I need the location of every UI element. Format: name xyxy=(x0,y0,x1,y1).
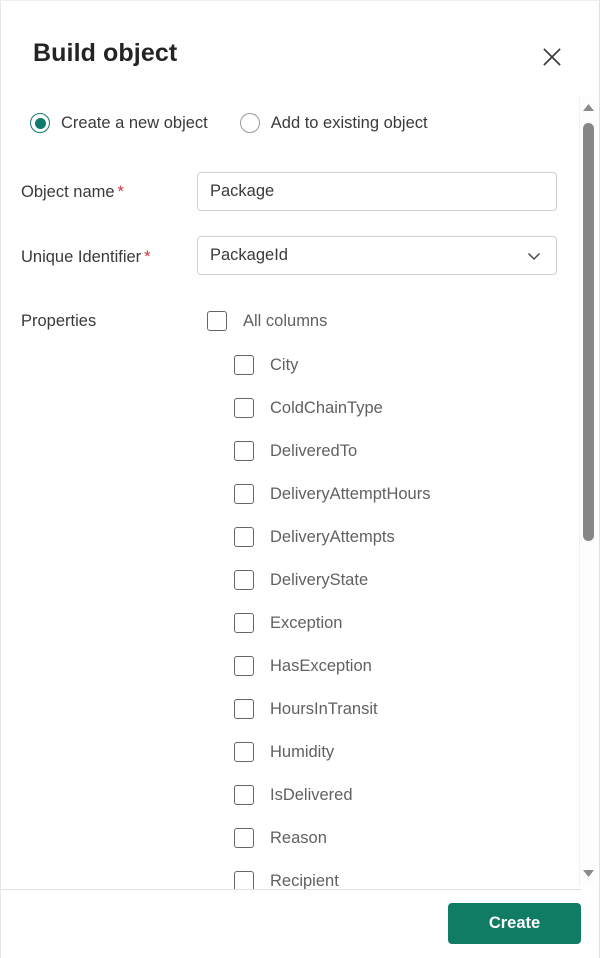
checkbox-label: DeliveredTo xyxy=(270,441,358,460)
checkbox-all-columns-label: All columns xyxy=(243,311,328,330)
required-asterisk: * xyxy=(117,183,124,201)
radio-mark-icon xyxy=(239,113,260,133)
checkbox-icon xyxy=(234,871,254,889)
footer-divider xyxy=(1,889,581,890)
checkbox-icon xyxy=(234,699,254,719)
checkbox-city[interactable]: City xyxy=(234,355,298,375)
checkbox-label: HasException xyxy=(270,656,372,675)
properties-list: City ColdChainType DeliveredTo DeliveryAtte… xyxy=(1,346,581,889)
checkbox-deliveredto[interactable]: DeliveredTo xyxy=(234,441,357,461)
unique-identifier-label: Unique Identifier * xyxy=(21,248,151,266)
radio-create-new-object-label: Create a new object xyxy=(61,113,208,132)
checkbox-icon xyxy=(207,311,227,331)
close-icon xyxy=(541,46,563,68)
radio-mark-icon xyxy=(30,113,50,133)
required-asterisk: * xyxy=(144,248,151,266)
object-mode-radio-group: Create a new object Add to existing obje… xyxy=(30,113,428,133)
scrollbar-thumb[interactable] xyxy=(583,123,594,541)
checkbox-label: HoursInTransit xyxy=(270,699,378,718)
build-object-dialog: Build object Create a new object Add to … xyxy=(0,0,600,958)
object-name-value: Package xyxy=(210,182,275,200)
checkbox-reason[interactable]: Reason xyxy=(234,828,327,848)
checkbox-label: City xyxy=(270,355,299,374)
checkbox-label: Reason xyxy=(270,828,327,847)
scroll-up-arrow-icon[interactable] xyxy=(582,101,595,114)
checkbox-hoursintransit[interactable]: HoursInTransit xyxy=(234,699,378,719)
radio-add-to-existing-object-label: Add to existing object xyxy=(270,113,428,132)
checkbox-label: Humidity xyxy=(270,742,335,761)
properties-scrollbar[interactable] xyxy=(579,96,596,886)
checkbox-deliverystate[interactable]: DeliveryState xyxy=(234,570,368,590)
radio-add-to-existing-object[interactable]: Add to existing object xyxy=(239,113,428,133)
checkbox-isdelivered[interactable]: IsDelivered xyxy=(234,785,353,805)
checkbox-label: DeliveryAttemptHours xyxy=(270,484,431,503)
radio-create-new-object[interactable]: Create a new object xyxy=(30,113,208,133)
checkbox-icon xyxy=(234,398,254,418)
object-name-label: Object name * xyxy=(21,183,124,201)
checkbox-icon xyxy=(234,785,254,805)
object-name-input[interactable]: Package xyxy=(197,172,557,211)
checkbox-all-columns[interactable]: All columns xyxy=(207,311,327,331)
checkbox-icon xyxy=(234,742,254,762)
checkbox-deliveryattempts[interactable]: DeliveryAttempts xyxy=(234,527,395,547)
close-button[interactable] xyxy=(535,40,569,74)
unique-identifier-select[interactable]: PackageId xyxy=(197,236,557,275)
properties-label: Properties xyxy=(21,312,97,330)
scroll-down-arrow-icon[interactable] xyxy=(582,867,595,880)
checkbox-icon xyxy=(234,484,254,504)
checkbox-coldchaintype[interactable]: ColdChainType xyxy=(234,398,383,418)
checkbox-icon xyxy=(234,355,254,375)
create-button[interactable]: Create xyxy=(448,903,581,944)
checkbox-label: DeliveryAttempts xyxy=(270,527,395,546)
checkbox-icon xyxy=(234,570,254,590)
chevron-down-icon xyxy=(525,247,543,265)
checkbox-icon xyxy=(234,828,254,848)
checkbox-icon xyxy=(234,527,254,547)
checkbox-label: DeliveryState xyxy=(270,570,369,589)
unique-identifier-value: PackageId xyxy=(210,246,288,264)
checkbox-label: Exception xyxy=(270,613,343,632)
checkbox-label: IsDelivered xyxy=(270,785,353,804)
checkbox-deliveryattempthours[interactable]: DeliveryAttemptHours xyxy=(234,484,430,504)
checkbox-icon xyxy=(234,441,254,461)
checkbox-icon xyxy=(234,656,254,676)
checkbox-label: ColdChainType xyxy=(270,398,383,417)
checkbox-icon xyxy=(234,613,254,633)
checkbox-label: Recipient xyxy=(270,871,339,890)
page-title: Build object xyxy=(33,39,178,67)
checkbox-hasexception[interactable]: HasException xyxy=(234,656,372,676)
checkbox-recipient[interactable]: Recipient xyxy=(234,871,339,889)
checkbox-humidity[interactable]: Humidity xyxy=(234,742,334,762)
checkbox-exception[interactable]: Exception xyxy=(234,613,342,633)
